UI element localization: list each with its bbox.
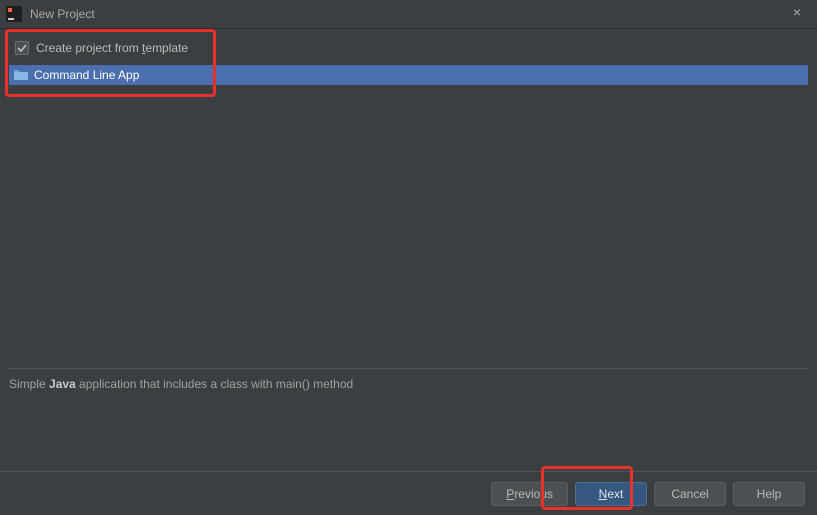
folder-icon — [14, 69, 28, 81]
content-area: Create project from template Command Lin… — [0, 29, 817, 365]
create-from-template-checkbox[interactable]: Create project from template — [9, 37, 808, 59]
description-panel: Simple Java application that includes a … — [9, 368, 808, 468]
cancel-button[interactable]: Cancel — [654, 482, 726, 506]
checkbox-label: Create project from template — [36, 41, 188, 55]
app-icon — [6, 6, 22, 22]
close-icon[interactable]: × — [783, 4, 811, 24]
button-bar: Previous Next Cancel Help — [0, 471, 817, 515]
template-list[interactable]: Command Line App — [9, 65, 808, 365]
help-button[interactable]: Help — [733, 482, 805, 506]
previous-button[interactable]: Previous — [491, 482, 568, 506]
titlebar: New Project × — [0, 0, 817, 29]
dialog-title: New Project — [30, 7, 783, 21]
next-button[interactable]: Next — [575, 482, 647, 506]
template-item-command-line-app[interactable]: Command Line App — [9, 65, 808, 85]
check-icon — [15, 41, 29, 55]
template-item-label: Command Line App — [34, 68, 139, 82]
